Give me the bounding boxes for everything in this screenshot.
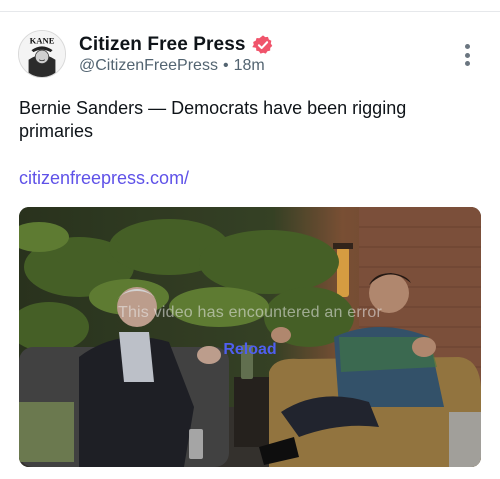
more-vertical-icon[interactable]: [455, 42, 479, 68]
meta-separator: •: [222, 57, 229, 74]
author-display-name[interactable]: Citizen Free Press: [79, 34, 246, 56]
post-timestamp[interactable]: 18m: [234, 57, 265, 75]
avatar-logo-text: KANE: [30, 35, 55, 45]
video-thumbnail: [19, 207, 481, 467]
video-error-message: This video has encountered an error: [117, 304, 383, 321]
post-link[interactable]: citizenfreepress.com/: [19, 167, 189, 190]
verified-badge-icon: [251, 34, 274, 56]
more-dot: [464, 61, 470, 66]
author-meta-row: @CitizenFreePress • 18m: [79, 56, 265, 76]
video-reload-button[interactable]: Reload: [19, 341, 481, 359]
avatar[interactable]: KANE: [18, 30, 66, 78]
video-player[interactable]: This video has encountered an error Relo…: [19, 207, 481, 467]
author-name-row: Citizen Free Press: [79, 33, 274, 57]
author-handle[interactable]: @CitizenFreePress: [79, 57, 218, 75]
post-text: Bernie Sanders — Democrats have been rig…: [19, 98, 407, 141]
post-card[interactable]: KANE Citizen Free Press @CitizenFreePres…: [0, 12, 500, 479]
more-dot: [464, 52, 470, 58]
more-dot: [464, 44, 470, 49]
avatar-image: KANE: [19, 31, 65, 77]
